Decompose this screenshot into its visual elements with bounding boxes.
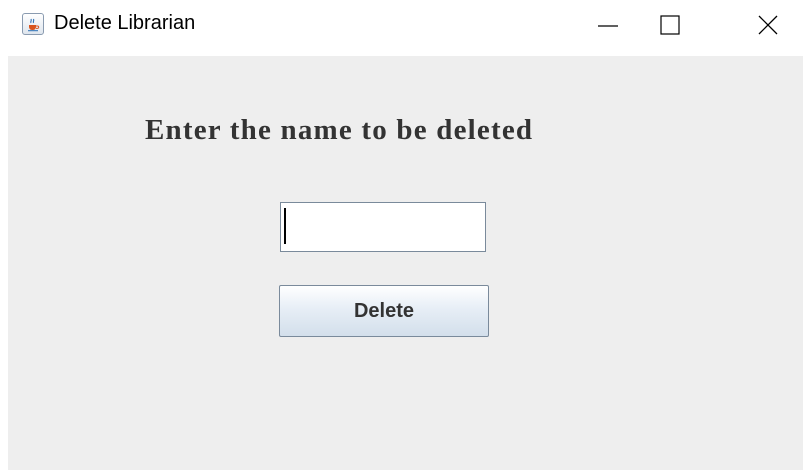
text-caret [284,208,286,244]
close-button[interactable] [740,0,796,52]
maximize-button[interactable] [642,0,698,52]
name-input[interactable] [280,202,486,252]
java-cup-icon[interactable] [22,13,44,35]
delete-button[interactable]: Delete [279,285,489,337]
form-heading: Enter the name to be deleted [145,114,534,146]
window-title: Delete Librarian [54,12,196,34]
close-icon [758,15,778,35]
maximize-icon [660,15,680,35]
content-panel: Enter the name to be deleted Delete [8,56,803,470]
minimize-button[interactable] [580,0,636,52]
minimize-icon [598,25,618,27]
delete-librarian-window: Delete Librarian Enter the name to be de… [0,0,803,470]
title-bar[interactable]: Delete Librarian [0,0,803,56]
